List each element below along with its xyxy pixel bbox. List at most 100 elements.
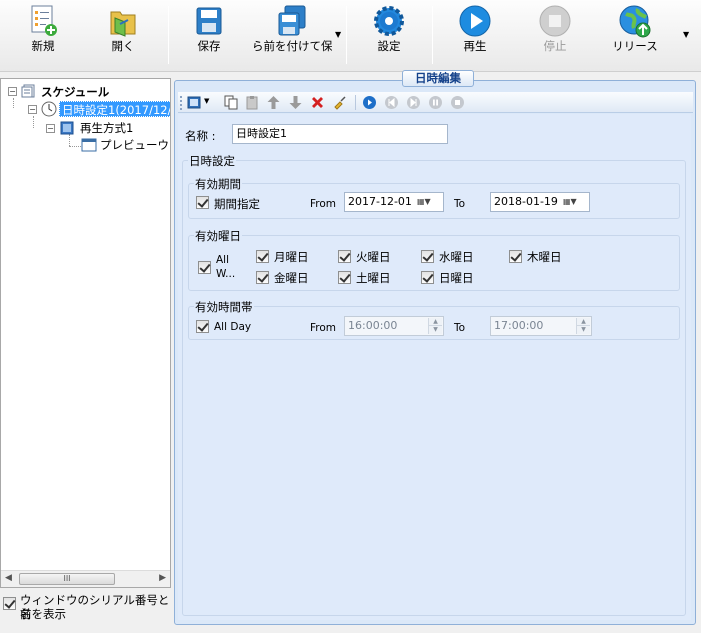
scroll-left-icon[interactable]: ◀ [5, 573, 12, 583]
save-as-dropdown-icon[interactable]: ▼ [335, 30, 341, 39]
all-day-label: All Day [214, 321, 252, 333]
collapse-toggle-icon[interactable]: − [8, 87, 17, 96]
datetime-settings-label: 日時設定 [188, 153, 236, 169]
last-icon[interactable] [406, 95, 421, 110]
new-document-icon [31, 5, 57, 36]
period-from-value: 2017-12-01 [348, 195, 412, 208]
monday-label: 月曜日 [274, 250, 309, 264]
paste-icon[interactable] [245, 95, 260, 110]
toolbar-overflow-icon[interactable]: ▼ [683, 30, 689, 39]
tree-item-playback[interactable]: 再生方式1 [80, 120, 133, 136]
toolbar-separator [432, 6, 433, 64]
name-label: 名称 : [185, 129, 216, 143]
schedule-icon [21, 84, 35, 98]
wednesday-checkbox[interactable] [421, 250, 434, 263]
thursday-label: 木曜日 [527, 250, 562, 264]
save-as-icon [278, 5, 306, 36]
time-to-spinner[interactable]: ▲ ▼ [576, 318, 590, 334]
save-button[interactable]: 保存 [178, 2, 240, 68]
open-label: 開く [111, 39, 135, 53]
play-button[interactable]: 再生 [444, 2, 506, 68]
save-as-button[interactable]: ら前を付けて保存 [252, 2, 332, 68]
time-to-value: 17:00:00 [494, 319, 544, 332]
open-button[interactable]: 開く [92, 2, 154, 68]
add-dropdown-icon[interactable]: ▼ [204, 97, 209, 105]
tree-item-preview[interactable]: プレビューウィ [100, 137, 170, 153]
period-checkbox-label: 期間指定 [214, 197, 260, 211]
collapse-toggle-icon[interactable]: − [46, 124, 55, 133]
friday-checkbox[interactable] [256, 271, 269, 284]
tree-item-datetime-setting[interactable]: 日時設定1(2017/12/0 [59, 101, 170, 117]
period-from-date[interactable]: 2017-12-01 ▦▼ [344, 192, 444, 212]
globe-upload-icon [619, 5, 651, 38]
valid-period-label: 有効期間 [194, 176, 242, 192]
tree-root-schedule[interactable]: スケジュール [41, 84, 109, 100]
datetime-settings-group [182, 160, 686, 616]
playback-mode-icon [60, 121, 74, 135]
gear-icon [374, 6, 404, 36]
release-label: リリース [612, 39, 658, 53]
clear-broom-icon[interactable] [332, 95, 347, 110]
release-button[interactable]: リリース [602, 2, 668, 68]
copy-icon[interactable] [224, 95, 239, 110]
first-icon[interactable] [384, 95, 399, 110]
window-icon [81, 138, 97, 152]
play-label: 再生 [463, 39, 487, 53]
scroll-thumb[interactable]: III [19, 573, 115, 585]
tree-line [33, 116, 34, 128]
valid-weekdays-label: 有効曜日 [194, 228, 242, 244]
time-from-input[interactable]: 16:00:00 ▲ ▼ [344, 316, 444, 336]
new-button[interactable]: 新規 [12, 2, 74, 68]
all-weekdays-checkbox[interactable] [198, 261, 211, 274]
stop-small-icon[interactable] [450, 95, 465, 110]
wednesday-label: 水曜日 [439, 250, 474, 264]
toolbar-separator [168, 6, 169, 64]
period-to-label: To [454, 198, 466, 210]
stop-button[interactable]: 停止 [524, 2, 586, 68]
pause-icon[interactable] [428, 95, 443, 110]
move-up-icon[interactable] [266, 95, 281, 110]
settings-label: 設定 [377, 39, 401, 53]
all-day-checkbox[interactable] [196, 320, 209, 333]
saturday-label: 土曜日 [356, 271, 391, 285]
tree-line [13, 98, 14, 108]
save-disk-icon [196, 7, 222, 35]
tree-horizontal-scrollbar[interactable]: ◀ III ▶ [1, 570, 170, 587]
new-label: 新規 [31, 39, 55, 53]
toolbar-separator [346, 6, 347, 64]
preview-play-icon[interactable] [362, 95, 377, 110]
edit-toolbar: ▼ [178, 92, 693, 113]
move-down-icon[interactable] [288, 95, 303, 110]
save-as-label: ら前を付けて保存 [252, 39, 332, 53]
stop-icon [539, 5, 571, 37]
collapse-toggle-icon[interactable]: − [28, 105, 37, 114]
toolbar-grip [180, 96, 182, 110]
play-icon [459, 5, 491, 37]
time-from-label: From [310, 322, 337, 334]
time-from-spinner[interactable]: ▲ ▼ [428, 318, 442, 334]
period-to-date[interactable]: 2018-01-19 ▦▼ [490, 192, 590, 212]
sunday-checkbox[interactable] [421, 271, 434, 284]
all-weekdays-label-line1: All [216, 254, 230, 266]
delete-icon[interactable] [310, 95, 325, 110]
time-from-value: 16:00:00 [348, 319, 398, 332]
time-to-input[interactable]: 17:00:00 ▲ ▼ [490, 316, 592, 336]
saturday-checkbox[interactable] [338, 271, 351, 284]
thursday-checkbox[interactable] [509, 250, 522, 263]
time-to-label: To [454, 322, 466, 334]
settings-button[interactable]: 設定 [358, 2, 420, 68]
save-label: 保存 [197, 39, 221, 53]
tuesday-checkbox[interactable] [338, 250, 351, 263]
clock-icon [41, 101, 57, 117]
period-checkbox[interactable] [196, 196, 209, 209]
name-input[interactable]: 日時設定1 [232, 124, 448, 144]
period-to-value: 2018-01-19 [494, 195, 558, 208]
panel-title: 日時編集 [402, 70, 474, 87]
show-serial-checkbox[interactable] [3, 597, 16, 610]
calendar-dropdown-icon[interactable]: ▦▼ [417, 195, 441, 209]
add-item-icon[interactable] [187, 95, 202, 110]
monday-checkbox[interactable] [256, 250, 269, 263]
calendar-dropdown-icon[interactable]: ▦▼ [563, 195, 587, 209]
stop-label: 停止 [543, 39, 567, 53]
scroll-right-icon[interactable]: ▶ [159, 573, 166, 583]
